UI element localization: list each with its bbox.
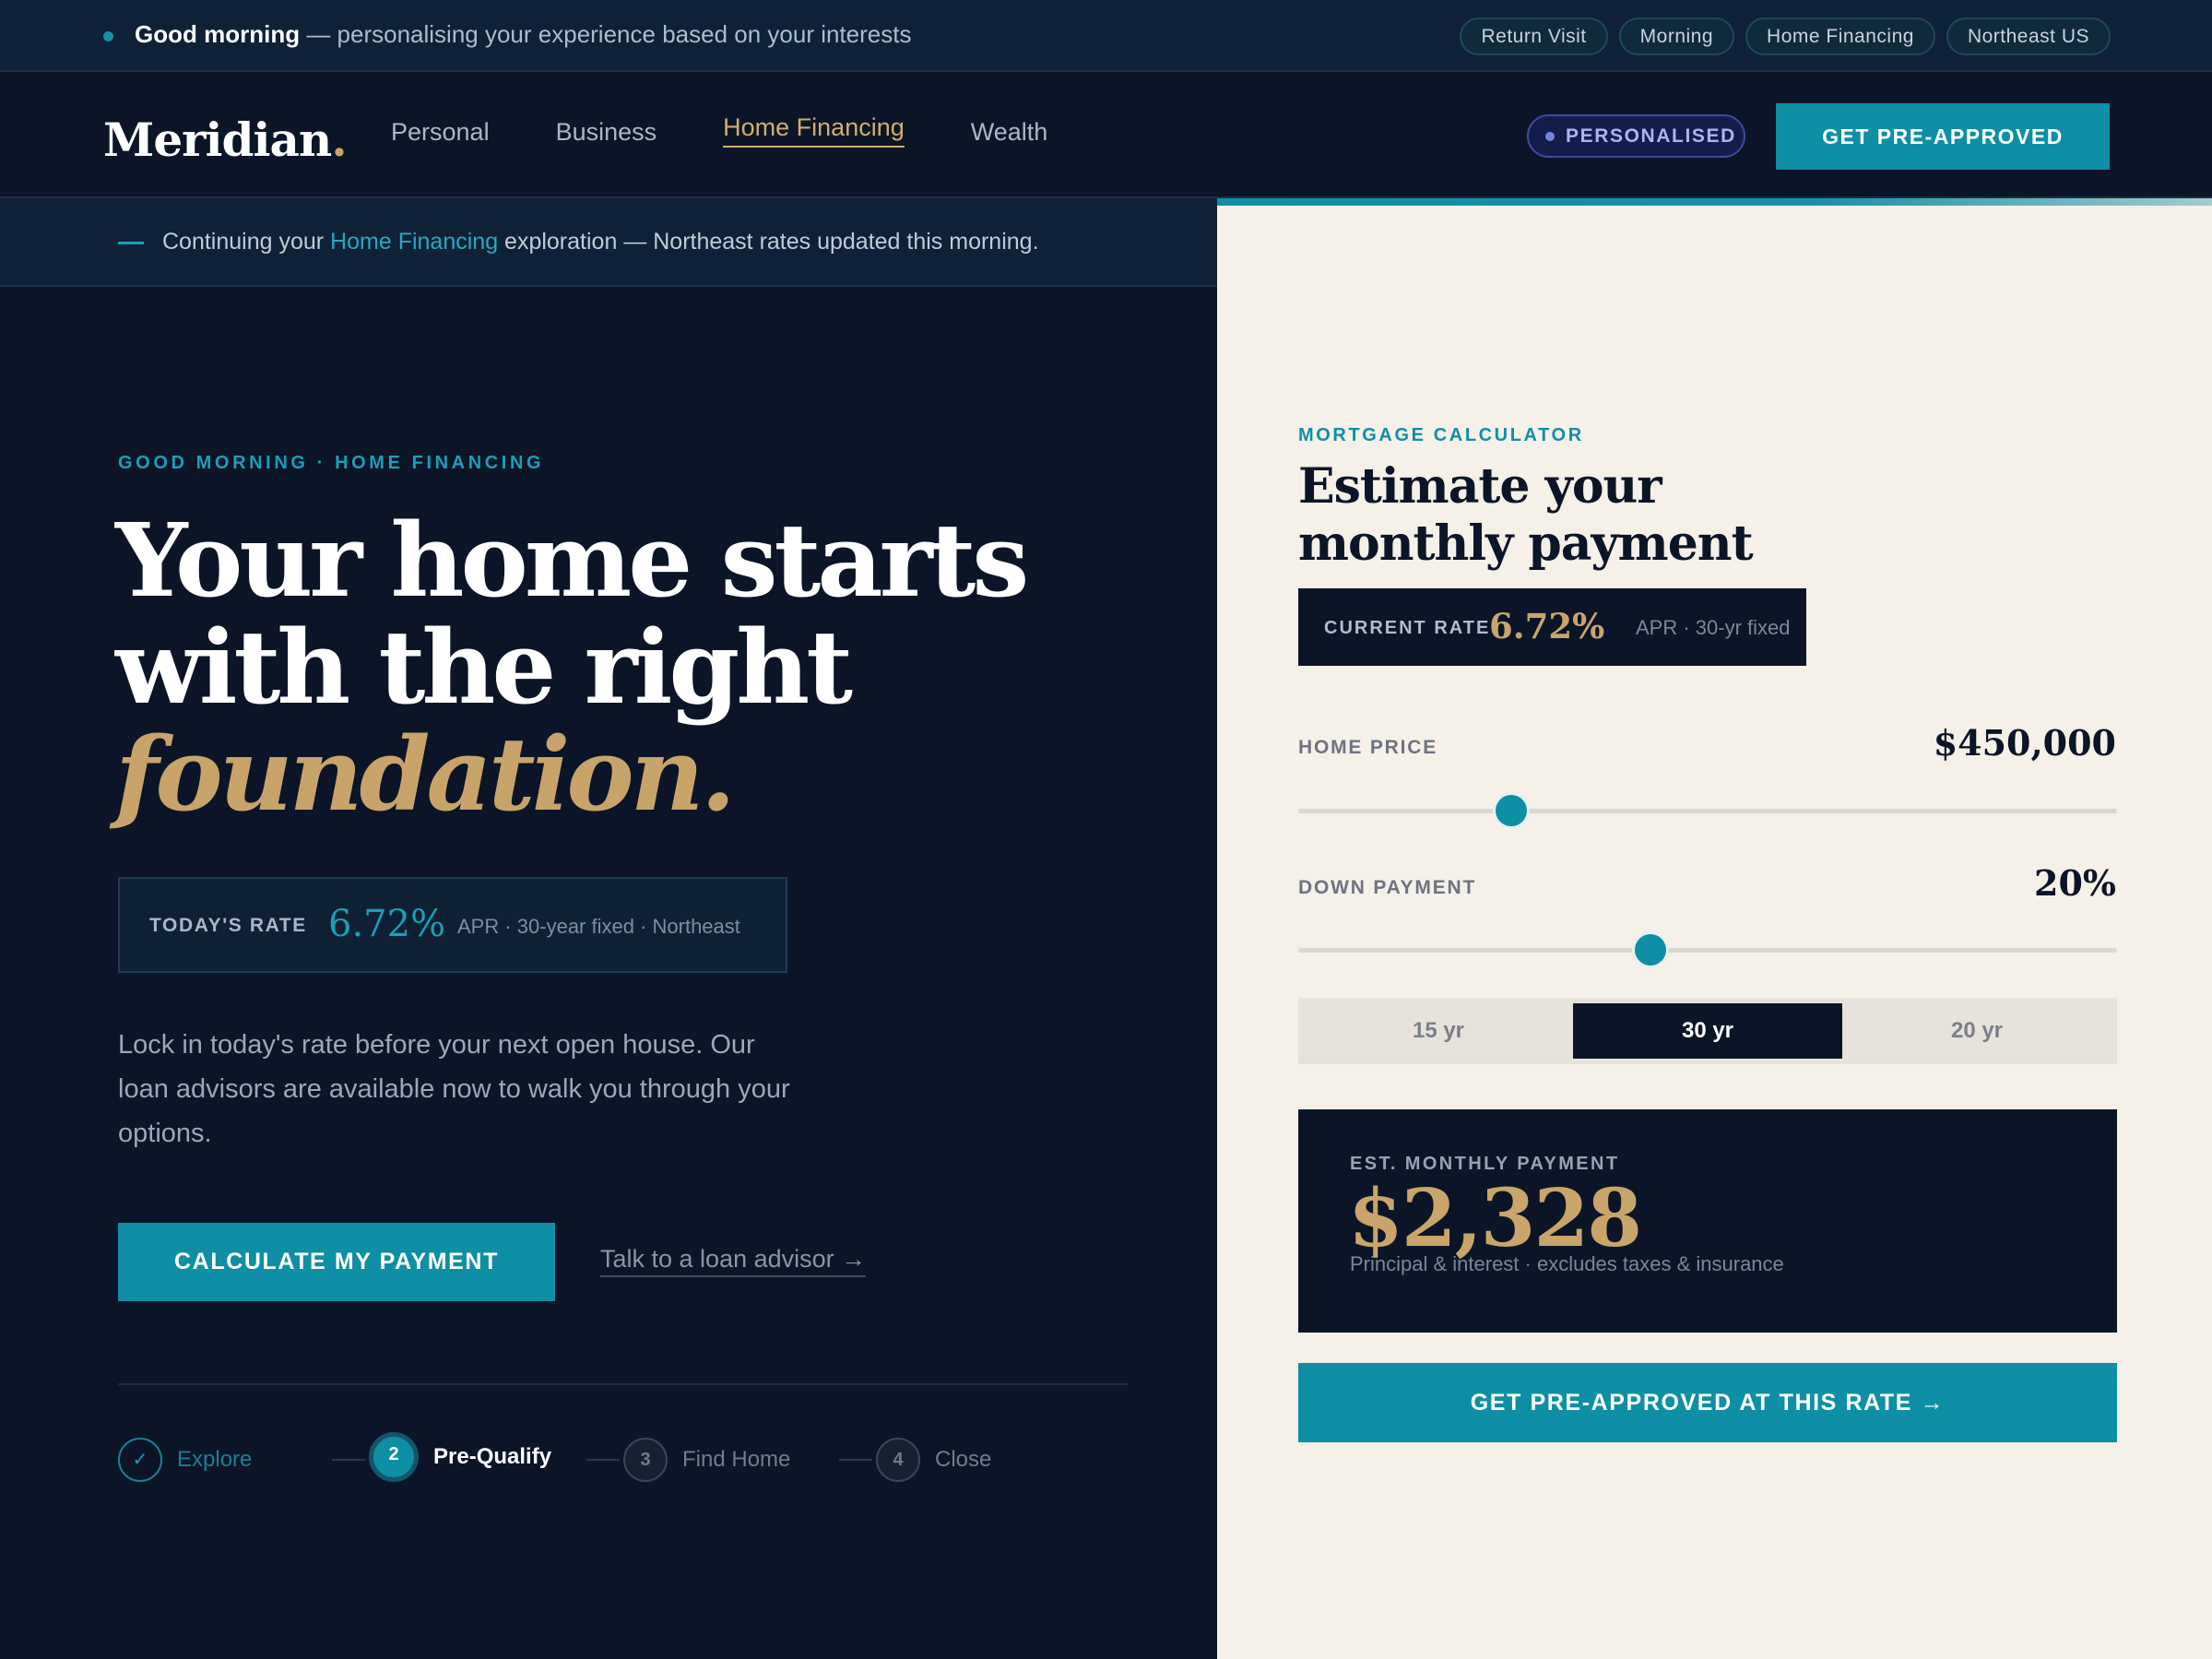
- rate-note: APR · 30-year fixed · Northeast: [457, 915, 740, 938]
- step-connector: [586, 1459, 620, 1461]
- hero-accent-word: foundation.: [115, 715, 736, 834]
- chip-home-financing[interactable]: Home Financing: [1745, 18, 1935, 55]
- todays-rate-box: TODAY'S RATE 6.72% APR · 30-year fixed ·…: [118, 877, 787, 973]
- nav-link-home-financing[interactable]: Home Financing: [723, 113, 905, 148]
- monthly-payment-value: $2,328: [1348, 1172, 1642, 1265]
- check-icon: ✓: [118, 1438, 162, 1482]
- step-close[interactable]: 4 Close: [876, 1437, 991, 1483]
- pre-approved-at-rate-button[interactable]: GET PRE-APPROVED AT THIS RATE →: [1298, 1363, 2117, 1442]
- mortgage-calculator-panel: MORTGAGE CALCULATOR Estimate your monthl…: [1217, 198, 2212, 1659]
- home-price-label: HOME PRICE: [1298, 737, 1438, 758]
- dash-icon: [118, 242, 144, 244]
- step-connector: [839, 1459, 872, 1461]
- calculator-title: Estimate your monthly payment: [1298, 458, 1754, 572]
- step-explore[interactable]: ✓ Explore: [118, 1437, 252, 1483]
- continue-link[interactable]: Home Financing: [330, 229, 498, 255]
- divider: [118, 1383, 1129, 1385]
- hero-lead-text: Lock in today's rate before your next op…: [118, 1030, 790, 1148]
- calculate-payment-button[interactable]: CALCULATE MY PAYMENT: [118, 1223, 555, 1301]
- rate-label: TODAY'S RATE: [149, 915, 307, 936]
- logo[interactable]: Meridian.: [103, 113, 348, 167]
- chip-return-visit[interactable]: Return Visit: [1460, 18, 1608, 55]
- chip-northeast-us[interactable]: Northeast US: [1946, 18, 2111, 55]
- nav-link-business[interactable]: Business: [556, 118, 657, 148]
- down-payment-value: 20%: [2034, 862, 2116, 904]
- interest-chips: Return Visit Morning Home Financing Nort…: [1460, 18, 2111, 55]
- get-pre-approved-button[interactable]: GET PRE-APPROVED: [1776, 103, 2110, 170]
- personalisation-bar: Good morning — personalising your experi…: [0, 0, 2212, 72]
- term-15-yr[interactable]: 15 yr: [1304, 1003, 1573, 1059]
- loan-term-selector: 15 yr 30 yr 20 yr: [1298, 998, 2117, 1064]
- down-payment-slider-thumb[interactable]: [1634, 934, 1666, 966]
- monthly-payment-note: Principal & interest · excludes taxes & …: [1350, 1252, 1784, 1275]
- nav-link-personal[interactable]: Personal: [391, 118, 490, 148]
- monthly-payment-card: EST. MONTHLY PAYMENT $2,328 Principal & …: [1298, 1109, 2117, 1333]
- chip-morning[interactable]: Morning: [1618, 18, 1735, 55]
- continue-exploration-bar: Continuing your Home Financing explorati…: [0, 198, 1217, 287]
- main-nav: Meridian. Personal Business Home Financi…: [0, 74, 2212, 198]
- status-dot-icon: [103, 31, 113, 41]
- nav-link-wealth[interactable]: Wealth: [971, 118, 1048, 148]
- current-rate-label: CURRENT RATE: [1324, 618, 1491, 638]
- current-rate-note: APR · 30-yr fixed: [1636, 616, 1791, 639]
- rate-value: 6.72%: [328, 903, 446, 945]
- current-rate-box: CURRENT RATE 6.72% APR · 30-yr fixed: [1298, 588, 1806, 666]
- home-price-value: $450,000: [1933, 722, 2116, 764]
- personalised-badge: PERSONALISED: [1527, 114, 1745, 158]
- progress-steps: ✓ Explore 2 Pre-Qualify 3 Find Home 4 Cl…: [118, 1432, 1129, 1485]
- hero-eyebrow: GOOD MORNING · HOME FINANCING: [118, 453, 545, 473]
- current-rate-value: 6.72%: [1489, 606, 1605, 646]
- continue-text: Continuing your Home Financing explorati…: [162, 229, 1039, 255]
- term-20-yr[interactable]: 20 yr: [1842, 1003, 2111, 1059]
- down-payment-slider[interactable]: [1298, 934, 2117, 966]
- hero-heading: Your home starts with the right foundati…: [115, 501, 1029, 834]
- step-number: 2: [369, 1432, 419, 1482]
- step-number: 4: [876, 1438, 920, 1482]
- accent-line: [1217, 198, 2212, 206]
- home-price-slider[interactable]: [1298, 795, 2117, 826]
- hero-panel: Continuing your Home Financing explorati…: [0, 198, 1217, 1659]
- step-number: 3: [623, 1438, 668, 1482]
- term-30-yr[interactable]: 30 yr: [1573, 1003, 1842, 1059]
- home-price-slider-thumb[interactable]: [1495, 795, 1527, 826]
- talk-to-advisor-link[interactable]: Talk to a loan advisor →: [600, 1245, 867, 1277]
- step-pre-qualify[interactable]: 2 Pre-Qualify: [369, 1432, 551, 1482]
- down-payment-label: DOWN PAYMENT: [1298, 877, 1477, 898]
- step-find-home[interactable]: 3 Find Home: [623, 1437, 790, 1483]
- step-connector: [332, 1459, 365, 1461]
- calculator-eyebrow: MORTGAGE CALCULATOR: [1298, 425, 1584, 445]
- greeting-text: Good morning — personalising your experi…: [135, 20, 912, 48]
- nav-links: Personal Business Home Financing Wealth: [391, 113, 1048, 148]
